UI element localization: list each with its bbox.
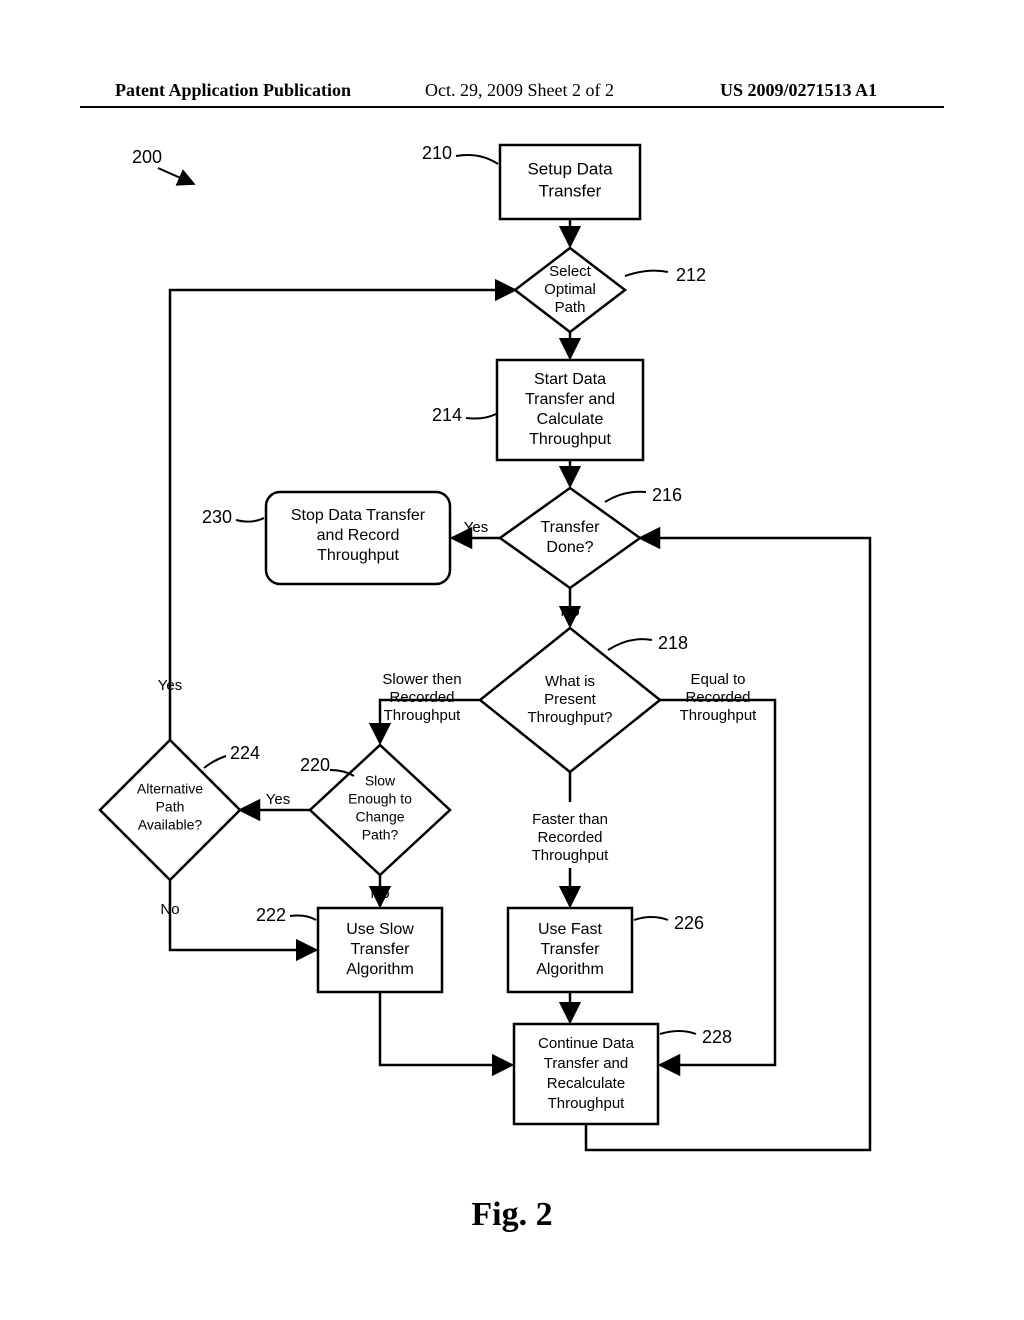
svg-text:Faster than: Faster than — [532, 811, 608, 828]
svg-text:228: 228 — [702, 1027, 732, 1047]
svg-text:Throughput: Throughput — [548, 1095, 626, 1112]
label-equal: Equal to Recorded Throughput — [680, 671, 758, 724]
node-226: Use Fast Transfer Algorithm — [508, 908, 632, 992]
node-216: Transfer Done? — [500, 488, 640, 588]
label-faster: Faster than Recorded Throughput — [532, 811, 610, 864]
svg-text:and Record: and Record — [317, 527, 400, 544]
svg-text:Transfer: Transfer — [541, 519, 601, 536]
svg-text:Use Fast: Use Fast — [538, 921, 603, 938]
header-right: US 2009/0271513 A1 — [720, 80, 877, 101]
svg-text:Change: Change — [355, 809, 404, 825]
ref-226: 226 — [634, 913, 704, 933]
edge-218-228-equal — [660, 700, 775, 1065]
svg-text:Enough to: Enough to — [348, 791, 412, 807]
page: Patent Application Publication Oct. 29, … — [0, 0, 1024, 1320]
edge-222-228 — [380, 992, 512, 1065]
node-222: Use Slow Transfer Algorithm — [318, 908, 442, 992]
label-no-220: No — [370, 885, 389, 902]
header-left: Patent Application Publication — [115, 80, 351, 101]
svg-text:Optimal: Optimal — [544, 281, 596, 298]
svg-text:Recorded: Recorded — [537, 829, 602, 846]
svg-text:Setup Data: Setup Data — [527, 159, 613, 178]
node-214: Start Data Transfer and Calculate Throug… — [497, 360, 643, 460]
ref-228: 228 — [660, 1027, 732, 1047]
svg-text:Path: Path — [555, 299, 586, 316]
node-230: Stop Data Transfer and Record Throughput — [266, 492, 450, 584]
svg-text:Throughput?: Throughput? — [527, 709, 612, 726]
ref-222: 222 — [256, 905, 316, 925]
ref-212: 212 — [625, 265, 706, 285]
svg-text:220: 220 — [300, 755, 330, 775]
node-224: Alternative Path Available? — [100, 740, 240, 880]
svg-text:Algorithm: Algorithm — [536, 961, 604, 978]
svg-text:230: 230 — [202, 507, 232, 527]
svg-text:200: 200 — [132, 147, 162, 167]
ref-200: 200 — [132, 147, 194, 184]
label-yes-220: Yes — [266, 791, 290, 808]
svg-text:Throughput: Throughput — [384, 707, 462, 724]
svg-text:212: 212 — [676, 265, 706, 285]
ref-218: 218 — [608, 633, 688, 653]
svg-text:Slow: Slow — [365, 773, 396, 789]
svg-text:214: 214 — [432, 405, 462, 425]
svg-text:Path?: Path? — [362, 827, 399, 843]
svg-text:Transfer: Transfer — [351, 941, 411, 958]
svg-text:Slower then: Slower then — [382, 671, 461, 688]
label-no-224: No — [160, 901, 179, 918]
ref-230: 230 — [202, 507, 264, 527]
svg-text:222: 222 — [256, 905, 286, 925]
svg-text:Throughput: Throughput — [680, 707, 758, 724]
page-header: Patent Application Publication Oct. 29, … — [0, 80, 1024, 102]
node-218: What is Present Throughput? — [480, 628, 660, 772]
node-210: Setup Data Transfer — [500, 145, 640, 219]
svg-text:Alternative: Alternative — [137, 781, 203, 797]
svg-text:Throughput: Throughput — [317, 547, 399, 564]
svg-text:Transfer and: Transfer and — [544, 1055, 629, 1072]
svg-text:Use Slow: Use Slow — [346, 921, 414, 938]
header-mid: Oct. 29, 2009 Sheet 2 of 2 — [425, 80, 614, 101]
label-yes-216: Yes — [464, 519, 488, 536]
svg-text:Present: Present — [544, 691, 597, 708]
svg-text:Available?: Available? — [138, 817, 203, 833]
svg-text:Recalculate: Recalculate — [547, 1075, 625, 1092]
svg-text:Calculate: Calculate — [537, 411, 604, 428]
svg-text:Throughput: Throughput — [529, 431, 611, 448]
label-slower: Slower then Recorded Throughput — [382, 671, 461, 724]
node-228: Continue Data Transfer and Recalculate T… — [514, 1024, 658, 1124]
ref-220: 220 — [300, 755, 354, 776]
ref-210: 210 — [422, 143, 498, 164]
svg-text:216: 216 — [652, 485, 682, 505]
svg-text:Recorded: Recorded — [389, 689, 454, 706]
figure-caption: Fig. 2 — [0, 1196, 1024, 1234]
svg-text:Done?: Done? — [546, 539, 593, 556]
node-220: Slow Enough to Change Path? — [310, 745, 450, 875]
svg-text:Recorded: Recorded — [685, 689, 750, 706]
header-rule — [80, 106, 944, 108]
flowchart: 200 Setup Data Transfer 210 Select Optim… — [0, 120, 1024, 1180]
svg-text:Transfer and: Transfer and — [525, 391, 615, 408]
label-yes-224: Yes — [158, 677, 182, 694]
ref-224: 224 — [204, 743, 260, 768]
label-no-216: No — [560, 603, 579, 620]
node-212: Select Optimal Path — [515, 248, 625, 332]
svg-text:210: 210 — [422, 143, 452, 163]
svg-text:224: 224 — [230, 743, 260, 763]
svg-text:Start Data: Start Data — [534, 371, 606, 388]
svg-text:Select: Select — [549, 263, 592, 280]
svg-text:Stop Data Transfer: Stop Data Transfer — [291, 507, 426, 524]
svg-text:Continue Data: Continue Data — [538, 1035, 635, 1052]
svg-text:Transfer: Transfer — [539, 181, 602, 200]
svg-text:Throughput: Throughput — [532, 847, 610, 864]
svg-text:Equal to: Equal to — [690, 671, 745, 688]
ref-216: 216 — [605, 485, 682, 505]
svg-text:218: 218 — [658, 633, 688, 653]
svg-text:226: 226 — [674, 913, 704, 933]
svg-text:Path: Path — [156, 799, 185, 815]
svg-text:Algorithm: Algorithm — [346, 961, 414, 978]
svg-text:Transfer: Transfer — [541, 941, 601, 958]
svg-text:What is: What is — [545, 673, 595, 690]
ref-214: 214 — [432, 405, 496, 425]
